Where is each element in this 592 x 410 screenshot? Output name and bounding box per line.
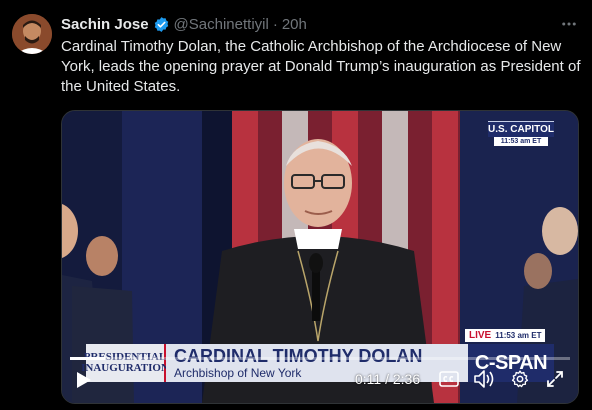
avatar-image: [12, 14, 52, 54]
location-time: 11:53 am ET: [494, 137, 548, 146]
tweet-timestamp[interactable]: 20h: [282, 16, 307, 33]
avatar[interactable]: [12, 14, 52, 54]
network-location-bug: U.S. CAPITOL 11:53 am ET: [488, 121, 554, 146]
live-time: 11:53 am ET: [495, 331, 542, 340]
settings-gear-icon[interactable]: [509, 368, 531, 390]
more-options-icon[interactable]: [558, 13, 580, 35]
author-handle[interactable]: @Sachinettiyil: [174, 16, 269, 33]
location-label: U.S. CAPITOL: [488, 121, 554, 137]
video-controls: 0:11 / 2:36: [62, 357, 578, 403]
volume-icon[interactable]: [472, 368, 496, 390]
progress-bar[interactable]: [70, 357, 570, 360]
video-player[interactable]: U.S. CAPITOL 11:53 am ET LIVE 11:53 am E…: [61, 110, 579, 404]
tweet-header: Sachin Jose @Sachinettiyil · 20h: [61, 13, 580, 35]
time-readout: 0:11 / 2:36: [355, 371, 421, 387]
author-name[interactable]: Sachin Jose: [61, 16, 149, 33]
tweet-text: Cardinal Timothy Dolan, the Catholic Arc…: [61, 38, 581, 95]
fullscreen-icon[interactable]: [544, 368, 566, 390]
captions-icon[interactable]: [438, 369, 460, 389]
separator-dot: ·: [272, 15, 278, 33]
play-icon[interactable]: [74, 369, 94, 391]
progress-fill: [70, 357, 105, 360]
verified-badge-icon[interactable]: [153, 16, 170, 33]
live-badge: LIVE 11:53 am ET: [465, 329, 546, 342]
live-label: LIVE: [469, 330, 492, 341]
